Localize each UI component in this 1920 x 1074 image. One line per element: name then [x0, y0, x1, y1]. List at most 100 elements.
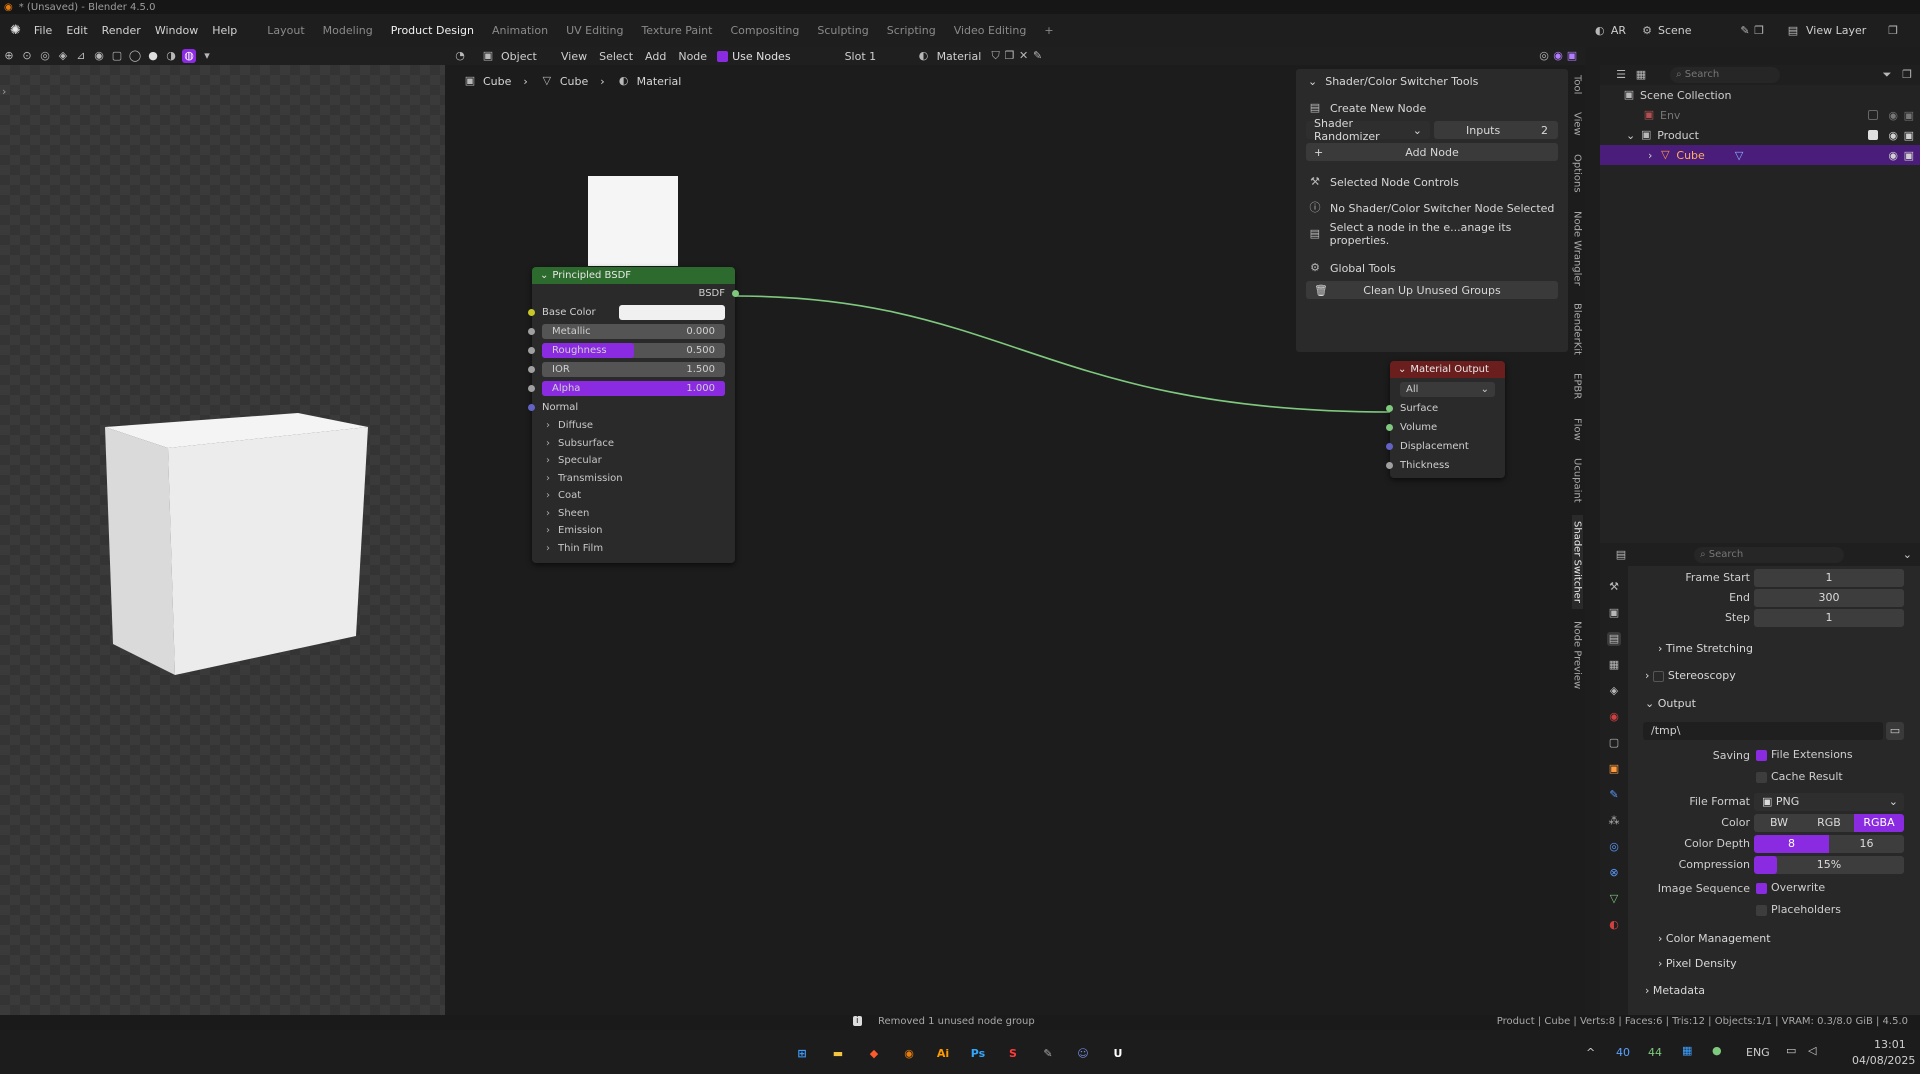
collapse-icon[interactable]: ⌄ — [1398, 364, 1406, 375]
color-bw-button[interactable]: BW — [1754, 814, 1804, 832]
add-workspace-icon[interactable]: + — [1035, 21, 1062, 41]
shading-options-icon[interactable]: ▾ — [200, 49, 214, 63]
chevron-down-icon[interactable]: ⌄ — [1903, 548, 1912, 561]
material-output-node[interactable]: ⌄ Material Output All ⌄ Surface Volume Dis… — [1386, 361, 1505, 478]
tab-layout[interactable]: Layout — [258, 21, 313, 41]
collection-tab-icon[interactable]: ▢ — [1607, 736, 1621, 750]
expand-icon[interactable]: ⌄ — [1626, 129, 1635, 142]
outliner-row-product[interactable]: ⌄ ▣ Product ◉ ▣ — [1600, 125, 1920, 145]
new-view-layer-icon[interactable]: ❐ — [1886, 24, 1900, 38]
scene-icon[interactable]: ⚙ — [1640, 24, 1654, 38]
cleanup-button[interactable]: 🗑 Clean Up Unused Groups — [1306, 281, 1558, 299]
brave-browser-icon[interactable]: ◆ — [864, 1043, 884, 1063]
proportional-edit-icon[interactable]: ◎ — [38, 49, 52, 63]
collapse-icon[interactable]: ⌄ — [1308, 75, 1317, 88]
frame-start-field[interactable]: 1 — [1754, 569, 1904, 587]
bsdf-node-header[interactable]: ⌄ Principled BSDF — [532, 267, 735, 284]
pin-scene-icon[interactable]: ✎ — [1738, 24, 1752, 38]
panel-diffuse[interactable]: Diffuse — [532, 417, 735, 435]
substance-icon[interactable]: S — [1003, 1043, 1023, 1063]
world-tab-icon[interactable]: ◉ — [1607, 710, 1621, 724]
env-visibility-icon[interactable]: ◉ — [1888, 109, 1898, 122]
ior-socket[interactable] — [528, 366, 535, 373]
use-nodes-label[interactable]: Use Nodes — [732, 50, 791, 63]
use-nodes-checkbox[interactable] — [717, 50, 729, 62]
overwrite-checkbox[interactable]: Overwrite — [1756, 881, 1825, 894]
snap-icon[interactable]: ⊙ — [20, 49, 34, 63]
sidebar-toggle-icon[interactable]: ▣ — [1565, 49, 1579, 63]
file-explorer-icon[interactable]: ▬ — [828, 1043, 848, 1063]
discord-icon[interactable]: ☺ — [1073, 1043, 1093, 1063]
product-render-icon[interactable]: ▣ — [1904, 129, 1914, 142]
panel-specular[interactable]: Specular — [532, 452, 735, 470]
tab-flow[interactable]: Flow — [1572, 412, 1583, 447]
view-layer-name[interactable]: View Layer — [1806, 24, 1886, 37]
gizmo-icon[interactable]: ⊿ — [74, 49, 88, 63]
menu-window[interactable]: Window — [148, 24, 205, 37]
outliner-search[interactable]: ⌕ Search — [1670, 67, 1780, 83]
editor-type-icon[interactable]: ▤ — [1614, 548, 1628, 562]
file-extensions-checkbox[interactable]: File Extensions — [1756, 748, 1853, 761]
roughness-row[interactable]: Roughness 0.500 — [528, 341, 735, 360]
tab-ucupaint[interactable]: Ucupaint — [1572, 452, 1583, 509]
roughness-socket[interactable] — [528, 347, 535, 354]
scene-name[interactable]: Scene — [1658, 24, 1738, 37]
blender-menu-icon[interactable]: ✺ — [10, 23, 21, 38]
illustrator-icon[interactable]: Ai — [933, 1043, 953, 1063]
unlink-material-icon[interactable]: ✕ — [1017, 49, 1031, 63]
material-name-field[interactable]: Material — [931, 50, 989, 63]
color-depth-16-button[interactable]: 16 — [1829, 835, 1904, 853]
menu-view[interactable]: View — [555, 50, 593, 63]
blender-taskbar-icon[interactable]: ◉ — [899, 1043, 919, 1063]
time-stretching-panel[interactable]: › Time Stretching — [1658, 642, 1753, 655]
modifier-tab-icon[interactable]: ✎ — [1607, 788, 1621, 802]
step-field[interactable]: 1 — [1754, 609, 1904, 627]
pin-icon[interactable]: ✎ — [1031, 49, 1045, 63]
metallic-field[interactable]: Metallic 0.000 — [542, 324, 725, 339]
ior-row[interactable]: IOR 1.500 — [528, 360, 735, 379]
alpha-row[interactable]: Alpha 1.000 — [528, 379, 735, 398]
collapse-arrow-icon[interactable]: › — [2, 85, 6, 98]
color-depth-8-button[interactable]: 8 — [1754, 835, 1829, 853]
app-icon[interactable]: ✎ — [1038, 1043, 1058, 1063]
chevron-up-icon[interactable]: ^ — [1586, 1046, 1595, 1059]
volume-socket[interactable] — [1386, 424, 1393, 431]
tab-shader-switcher[interactable]: Shader Switcher — [1571, 515, 1583, 610]
panel-header[interactable]: ⌄ Shader/Color Switcher Tools — [1296, 69, 1568, 93]
menu-help[interactable]: Help — [205, 24, 244, 37]
object-dropdown[interactable]: Object — [495, 50, 555, 63]
network-icon[interactable]: ▭ — [1786, 1044, 1796, 1057]
output-path-field[interactable]: /tmp\ — [1643, 722, 1883, 740]
overlay-icon[interactable]: ◉ — [92, 49, 106, 63]
language-indicator[interactable]: ENG — [1746, 1046, 1770, 1059]
photoshop-icon[interactable]: Ps — [968, 1043, 988, 1063]
windows-start-icon[interactable]: ⊞ — [792, 1043, 812, 1063]
panel-emission[interactable]: Emission — [532, 522, 735, 540]
expand-icon[interactable]: › — [1648, 149, 1652, 162]
menu-edit[interactable]: Edit — [59, 24, 94, 37]
particles-tab-icon[interactable]: ⁂ — [1607, 814, 1621, 828]
tab-video-editing[interactable]: Video Editing — [945, 21, 1036, 41]
base-color-row[interactable]: Base Color — [528, 303, 735, 322]
color-rgba-button[interactable]: RGBA — [1854, 814, 1904, 832]
menu-render[interactable]: Render — [95, 24, 148, 37]
metadata-panel[interactable]: › Metadata — [1645, 984, 1705, 997]
outliner-row-env[interactable]: ▣ Env ◉ ▣ — [1600, 105, 1920, 125]
visibility-icon[interactable]: ◈ — [56, 49, 70, 63]
menu-select[interactable]: Select — [593, 50, 639, 63]
new-scene-icon[interactable]: ❐ — [1752, 24, 1766, 38]
env-exclude-checkbox[interactable] — [1868, 110, 1878, 120]
cube-render-icon[interactable]: ▣ — [1904, 149, 1914, 162]
compression-slider[interactable]: 15% — [1754, 856, 1904, 874]
object-mode-icon[interactable]: ▣ — [481, 49, 495, 63]
funnel-icon[interactable]: ⏷ — [1880, 68, 1894, 82]
tab-animation[interactable]: Animation — [483, 21, 557, 41]
surface-socket[interactable] — [1386, 405, 1393, 412]
output-tab-icon[interactable]: ▤ — [1607, 632, 1621, 646]
metallic-row[interactable]: Metallic 0.000 — [528, 322, 735, 341]
alpha-socket[interactable] — [528, 385, 535, 392]
cache-result-checkbox[interactable]: Cache Result — [1756, 770, 1843, 783]
clock-time[interactable]: 13:01 — [1874, 1038, 1906, 1051]
panel-subsurface[interactable]: Subsurface — [532, 435, 735, 453]
add-node-button[interactable]: + Add Node — [1306, 143, 1558, 161]
